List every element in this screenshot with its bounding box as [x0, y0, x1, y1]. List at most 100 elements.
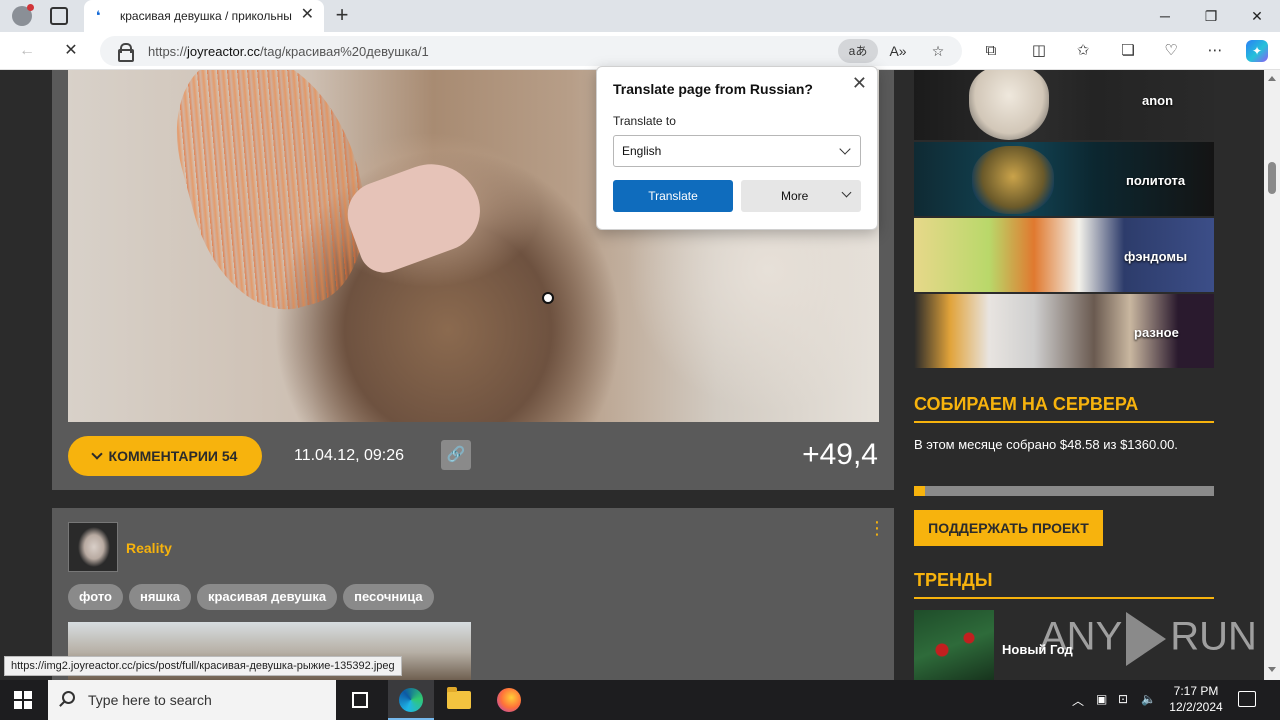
post-menu-icon[interactable]: ⋮: [868, 519, 886, 537]
clock-time: 7:17 PM: [1173, 684, 1219, 698]
category-label: политота: [1126, 173, 1186, 188]
copilot-icon[interactable]: ✦: [1246, 40, 1268, 62]
show-hidden-icons-icon[interactable]: ︿: [1072, 692, 1084, 709]
translate-icon[interactable]: aあ: [838, 39, 878, 63]
camera-icon[interactable]: ▣: [1096, 692, 1107, 706]
task-view-button[interactable]: [337, 680, 383, 720]
support-project-button[interactable]: ПОДДЕРЖАТЬ ПРОЕКТ: [914, 510, 1103, 546]
language-select[interactable]: English: [613, 135, 861, 167]
windows-start-icon[interactable]: [14, 691, 32, 709]
sidebar-category-misc[interactable]: разное: [914, 294, 1214, 368]
search-icon: [62, 691, 75, 704]
network-icon[interactable]: ⊡: [1118, 692, 1128, 706]
post-tags: фото няшка красивая девушка песочница: [68, 584, 440, 610]
zoom-in-cursor-icon: [542, 292, 554, 304]
address-bar[interactable]: https://joyreactor.cc/tag/красивая%20дев…: [100, 36, 962, 66]
tab-close-icon[interactable]: ✕: [301, 7, 314, 23]
tag-chip[interactable]: фото: [68, 584, 123, 610]
browser-titlebar: ❛ красивая девушка / прикольные ✕ + ─ ❐ …: [0, 0, 1280, 32]
post-card: Reality ⋮ фото няшка красивая девушка песоч…: [52, 508, 894, 680]
tag-chip[interactable]: няшка: [128, 584, 191, 610]
christmas-tree-image: [914, 610, 994, 680]
play-icon: [1126, 612, 1167, 666]
volume-icon[interactable]: 🔈: [1141, 692, 1156, 706]
category-label: фэндомы: [1124, 249, 1188, 264]
url-text[interactable]: https://joyreactor.cc/tag/красивая%20дев…: [148, 44, 429, 59]
anyrun-watermark: ANY RUN: [1040, 612, 1257, 668]
status-link-tooltip: https://img2.joyreactor.cc/pics/post/ful…: [4, 656, 402, 676]
file-explorer-button[interactable]: [436, 680, 482, 720]
folder-icon: [447, 687, 471, 709]
category-label: разное: [1134, 325, 1179, 340]
extensions-icon[interactable]: ⧉: [980, 40, 1002, 62]
joyreactor-favicon-icon: ❛: [96, 8, 101, 23]
task-view-icon: [352, 692, 368, 708]
favorites-icon[interactable]: ✩: [1072, 40, 1094, 62]
donate-heading: СОБИРАЕМ НА СЕРВЕРА: [914, 394, 1214, 423]
post-footer: КОММЕНТАРИИ 54 11.04.12, 09:26 🔗 +49,4: [52, 422, 894, 490]
post-username[interactable]: Reality: [126, 540, 172, 556]
emblem-image: [972, 146, 1054, 214]
settings-more-icon[interactable]: ⋯: [1204, 40, 1226, 62]
sidebar-category-fandoms[interactable]: фэндомы: [914, 218, 1214, 292]
taskbar-search-box[interactable]: Type here to search: [48, 680, 336, 720]
comments-label: КОММЕНТАРИИ 54: [108, 448, 238, 464]
read-aloud-icon[interactable]: A»: [886, 39, 910, 63]
sidebar: anon политота фэндомы разное СОБИРАЕМ НА…: [914, 70, 1214, 680]
chevron-down-icon: [841, 187, 852, 198]
tab-title: красивая девушка / прикольные: [120, 9, 292, 23]
maximize-button[interactable]: ❐: [1188, 0, 1234, 32]
donate-text: В этом месяце собрано $48.58 из $1360.00…: [914, 437, 1178, 452]
more-button[interactable]: More: [741, 180, 861, 212]
chevron-down-icon: [90, 448, 103, 460]
translate-popup: Translate page from Russian? ✕ Translate…: [596, 66, 878, 230]
post-date[interactable]: 11.04.12, 09:26: [294, 447, 404, 465]
avatar[interactable]: [68, 522, 118, 572]
scroll-up-icon[interactable]: [1268, 76, 1276, 81]
new-tab-button[interactable]: +: [330, 4, 354, 28]
sidebar-category-politics[interactable]: политота: [914, 142, 1214, 216]
browser-tab[interactable]: ❛ красивая девушка / прикольные ✕: [84, 0, 324, 32]
scroll-thumb[interactable]: [1268, 162, 1276, 194]
link-icon[interactable]: 🔗: [441, 440, 471, 470]
stop-loading-icon[interactable]: ✕: [60, 40, 82, 62]
firefox-icon: [497, 688, 521, 712]
translate-button[interactable]: Translate: [613, 180, 733, 212]
guy-fawkes-mask-image: [969, 70, 1049, 140]
translate-to-label: Translate to: [613, 114, 676, 128]
donate-progress-bar: [914, 486, 1214, 496]
edge-taskbar-button[interactable]: [388, 680, 434, 720]
scroll-down-icon[interactable]: [1268, 667, 1276, 672]
profile-avatar-icon[interactable]: [12, 4, 34, 26]
collections-icon[interactable]: ❏: [1117, 40, 1139, 62]
back-arrow-icon[interactable]: ←: [16, 40, 38, 62]
tag-chip[interactable]: песочница: [343, 584, 434, 610]
windows-taskbar: Type here to search ︿ ▣ ⊡ 🔈 7:17 PM 12/2…: [0, 680, 1280, 720]
comments-button[interactable]: КОММЕНТАРИИ 54: [68, 436, 262, 476]
performance-icon[interactable]: ♡: [1160, 40, 1182, 62]
browser-toolbar: ← ✕ https://joyreactor.cc/tag/красивая%2…: [0, 32, 1280, 70]
taskbar-clock[interactable]: 7:17 PM 12/2/2024: [1160, 683, 1232, 715]
lock-icon[interactable]: [118, 43, 134, 62]
minimize-button[interactable]: ─: [1142, 0, 1188, 32]
more-label: More: [781, 189, 809, 203]
favorite-star-icon[interactable]: ☆: [926, 39, 950, 63]
close-icon[interactable]: ✕: [852, 73, 867, 94]
page-scrollbar[interactable]: [1264, 70, 1280, 680]
chevron-down-icon: [839, 143, 851, 155]
sidebar-category-anon[interactable]: anon: [914, 70, 1214, 140]
category-label: anon: [1142, 93, 1174, 108]
clock-date: 12/2/2024: [1169, 700, 1223, 714]
split-screen-icon[interactable]: ◫: [1028, 40, 1050, 62]
tag-chip[interactable]: красивая девушка: [196, 584, 338, 610]
post-rating: +49,4: [802, 438, 878, 471]
tab-actions-icon[interactable]: [50, 7, 68, 25]
language-value: English: [622, 144, 662, 158]
close-window-button[interactable]: ✕: [1234, 0, 1280, 32]
donate-progress-fill: [914, 486, 925, 496]
trends-heading: ТРЕНДЫ: [914, 570, 1214, 599]
firefox-button[interactable]: [486, 680, 532, 720]
notifications-icon[interactable]: [1238, 691, 1256, 707]
translate-popup-title: Translate page from Russian?: [613, 81, 813, 97]
edge-icon: [399, 688, 423, 712]
